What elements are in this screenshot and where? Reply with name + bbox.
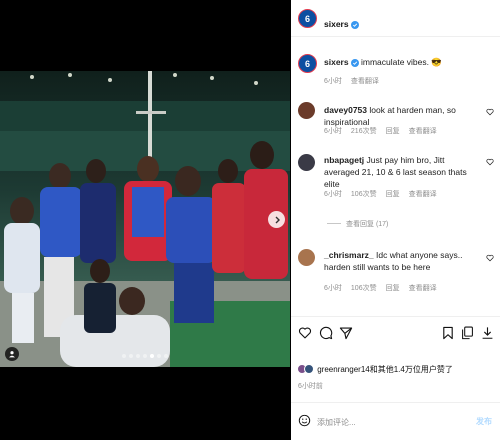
heart-icon[interactable] bbox=[486, 158, 494, 166]
translate-link[interactable]: 查看翻译 bbox=[409, 128, 437, 135]
comment-input[interactable] bbox=[317, 415, 457, 429]
copy-icon[interactable] bbox=[461, 326, 474, 340]
comment-likes[interactable]: 106次赞 bbox=[351, 285, 377, 292]
verified-badge-icon bbox=[350, 21, 359, 29]
commenter-avatar[interactable] bbox=[298, 154, 315, 171]
comment-username[interactable]: nbapagetj bbox=[324, 155, 364, 165]
account-avatar[interactable]: 6 bbox=[298, 9, 317, 28]
smile-icon[interactable] bbox=[298, 414, 311, 427]
chevron-right-icon bbox=[275, 216, 280, 223]
caption-avatar[interactable]: 6 bbox=[298, 54, 317, 73]
avatar-logo-text: 6 bbox=[304, 58, 310, 69]
send-icon[interactable] bbox=[339, 326, 353, 340]
carousel-dot bbox=[143, 354, 147, 358]
team-photo-illustration bbox=[0, 71, 290, 367]
caption-text: immaculate vibes. 😎 bbox=[360, 57, 442, 67]
caption-username[interactable]: sixers bbox=[324, 57, 349, 67]
comment-likes[interactable]: 216次赞 bbox=[351, 128, 377, 135]
add-comment-bar: 发布 bbox=[291, 402, 500, 440]
heart-icon[interactable] bbox=[486, 254, 494, 262]
liker-avatars bbox=[297, 364, 315, 374]
carousel-dot bbox=[157, 354, 161, 358]
translate-link[interactable]: 查看翻译 bbox=[409, 285, 437, 292]
heart-icon[interactable] bbox=[298, 326, 312, 340]
download-icon[interactable] bbox=[481, 326, 494, 340]
post-photo[interactable] bbox=[0, 71, 290, 367]
translate-link[interactable]: 查看翻译 bbox=[409, 191, 437, 198]
likes-text[interactable]: green​ranger14和其他1.4万位用户赞了 bbox=[317, 365, 453, 374]
carousel-indicator bbox=[0, 354, 290, 358]
comment-likes[interactable]: 106次赞 bbox=[351, 191, 377, 198]
comment-username[interactable]: _chrismarz_ bbox=[324, 250, 374, 260]
account-username[interactable]: sixers bbox=[324, 19, 349, 29]
reply-link[interactable]: 回复 bbox=[386, 128, 400, 135]
caption-time: 6小时 bbox=[324, 78, 342, 85]
post-detail-panel: 6 sixers 6 sixers immaculate vibes. 😎 6小… bbox=[291, 0, 500, 440]
media-pane bbox=[0, 0, 290, 440]
next-slide-button[interactable] bbox=[268, 211, 285, 228]
comment-time: 6小时 bbox=[324, 191, 342, 198]
carousel-dot bbox=[164, 354, 168, 358]
action-bar bbox=[291, 316, 500, 344]
comment-time: 6小时 bbox=[324, 285, 342, 292]
reply-link[interactable]: 回复 bbox=[386, 191, 400, 198]
carousel-dot bbox=[150, 354, 154, 358]
commenter-avatar[interactable] bbox=[298, 249, 315, 266]
likes-summary: green​ranger14和其他1.4万位用户赞了 bbox=[297, 364, 453, 375]
post-comment-button[interactable]: 发布 bbox=[476, 416, 492, 427]
avatar-logo-text: 6 bbox=[304, 13, 310, 24]
carousel-dot bbox=[122, 354, 126, 358]
comment-time: 6小时 bbox=[324, 128, 342, 135]
comment-username[interactable]: davey0753 bbox=[324, 105, 367, 115]
view-replies-button[interactable]: 查看回复 (17) bbox=[346, 219, 388, 229]
reply-link[interactable]: 回复 bbox=[386, 285, 400, 292]
replies-divider bbox=[327, 223, 341, 224]
commenter-avatar[interactable] bbox=[298, 102, 315, 119]
caption-translate-link[interactable]: 查看翻译 bbox=[351, 78, 379, 85]
comment-icon[interactable] bbox=[319, 326, 333, 340]
bookmark-icon[interactable] bbox=[442, 326, 454, 340]
carousel-dot bbox=[136, 354, 140, 358]
verified-badge-icon bbox=[350, 59, 359, 67]
carousel-dot bbox=[129, 354, 133, 358]
post-timestamp: 6小时前 bbox=[298, 383, 323, 390]
post-header: 6 sixers bbox=[291, 0, 500, 37]
liker-avatar bbox=[304, 364, 314, 374]
heart-icon[interactable] bbox=[486, 108, 494, 116]
